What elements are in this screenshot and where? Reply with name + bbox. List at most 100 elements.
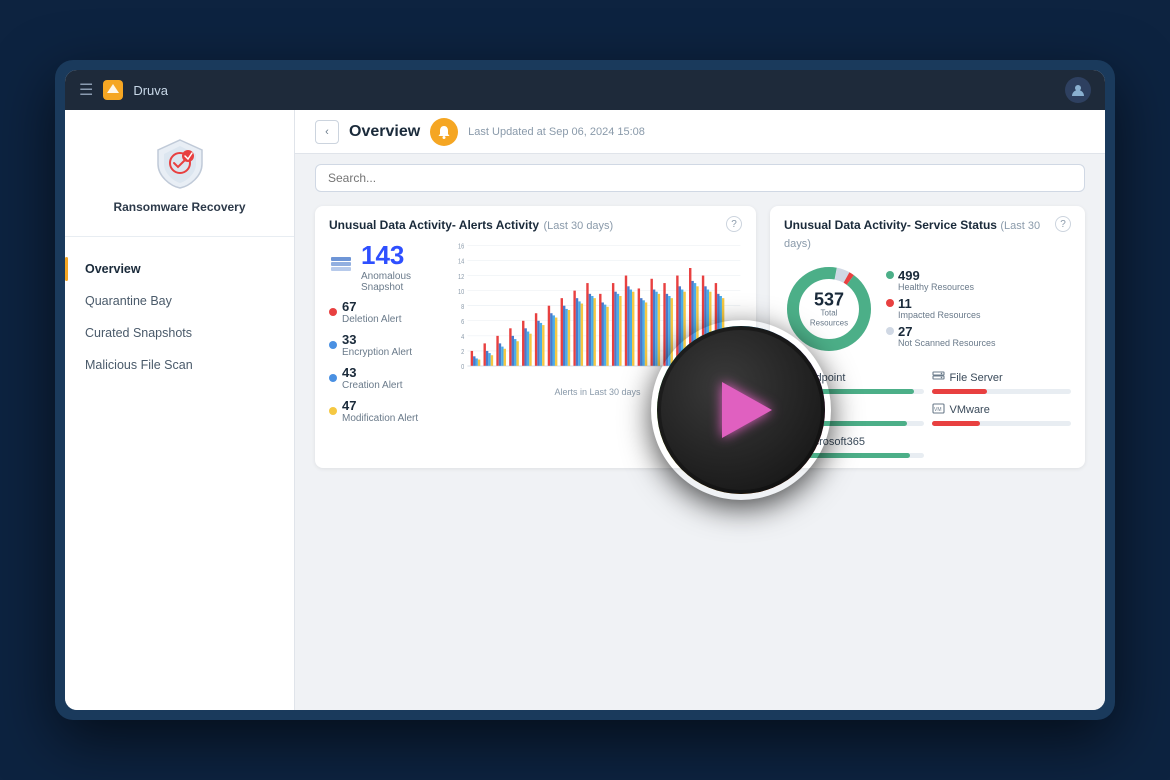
deletion-info: 67 Deletion Alert	[342, 299, 401, 325]
sidebar-logo-section: Ransomware Recovery	[65, 126, 294, 237]
user-avatar[interactable]	[1065, 77, 1091, 103]
modification-dot	[329, 407, 337, 415]
fileserver-icon	[932, 370, 945, 386]
modification-count: 47	[342, 398, 418, 413]
search-input[interactable]	[315, 164, 1085, 192]
deletion-count: 67	[342, 299, 401, 314]
sidebar-item-quarantine-bay[interactable]: Quarantine Bay	[65, 285, 294, 317]
play-triangle-icon	[722, 382, 772, 438]
encryption-dot	[329, 341, 337, 349]
anomalous-count: 143 Anomalous Snapshot	[329, 240, 439, 293]
deletion-label: Deletion Alert	[342, 314, 401, 325]
last-updated-text: Last Updated at Sep 06, 2024 15:08	[468, 126, 645, 138]
service-fileserver: File Server	[932, 370, 1072, 394]
creation-info: 43 Creation Alert	[342, 365, 403, 391]
not-scanned-legend: 27 Not Scanned Resources	[886, 325, 996, 349]
alerts-card-header: Unusual Data Activity- Alerts Activity (…	[315, 206, 756, 240]
back-icon: ‹	[325, 126, 329, 138]
not-scanned-label: Not Scanned Resources	[898, 338, 996, 349]
search-bar-area	[295, 154, 1105, 198]
sidebar: Ransomware Recovery Overview Quarantine …	[65, 110, 295, 710]
svg-text:16: 16	[458, 243, 464, 251]
topbar: ☰ Druva	[65, 70, 1105, 110]
play-circle[interactable]	[651, 320, 831, 500]
vmware-name: VMware	[950, 404, 990, 416]
fileserver-bar	[932, 389, 1072, 394]
sidebar-item-label: Malicious File Scan	[85, 358, 193, 372]
content-header: ‹ Overview Last Updated at Sep 06, 2024 …	[295, 110, 1105, 154]
page-title: Overview	[349, 123, 420, 141]
sidebar-item-malicious-file-scan[interactable]: Malicious File Scan	[65, 349, 294, 381]
screen-inner: ☰ Druva	[65, 70, 1105, 710]
healthy-label: Healthy Resources	[898, 282, 974, 293]
encryption-count: 33	[342, 332, 412, 347]
total-resources-count: 537	[807, 290, 852, 308]
donut-legend: 499 Healthy Resources 11 Impacted	[886, 269, 996, 348]
impacted-label: Impacted Resources	[898, 310, 981, 321]
anomalous-count-value: 143 Anomalous Snapshot	[361, 240, 439, 293]
service-card-header: Unusual Data Activity- Service Status (L…	[770, 206, 1085, 258]
sidebar-item-curated-snapshots[interactable]: Curated Snapshots	[65, 317, 294, 349]
creation-count: 43	[342, 365, 403, 380]
creation-alert-row: 43 Creation Alert	[329, 365, 439, 391]
sidebar-item-label: Overview	[85, 262, 141, 276]
fileserver-bar-fill	[932, 389, 988, 394]
svg-text:8: 8	[461, 303, 464, 311]
sidebar-item-label: Quarantine Bay	[85, 294, 172, 308]
sidebar-item-overview[interactable]: Overview	[65, 253, 294, 285]
healthy-info: 499 Healthy Resources	[898, 269, 974, 293]
back-button[interactable]: ‹	[315, 120, 339, 144]
healthy-dot	[886, 271, 894, 279]
creation-dot	[329, 374, 337, 382]
modification-info: 47 Modification Alert	[342, 398, 418, 424]
app-logo	[103, 80, 123, 100]
alerts-card-title: Unusual Data Activity- Alerts Activity	[329, 218, 539, 232]
service-card-title-area: Unusual Data Activity- Service Status (L…	[784, 216, 1055, 252]
anomalous-label: Anomalous Snapshot	[361, 271, 439, 293]
modification-alert-row: 47 Modification Alert	[329, 398, 439, 424]
svg-text:4: 4	[461, 333, 464, 341]
play-button-overlay[interactable]	[651, 320, 831, 500]
alerts-help-icon[interactable]: ?	[726, 216, 742, 232]
service-vmware: VM VMware	[932, 402, 1072, 426]
creation-label: Creation Alert	[342, 380, 403, 391]
notification-icon[interactable]	[430, 118, 458, 146]
fileserver-name: File Server	[950, 372, 1003, 384]
service-card-title: Unusual Data Activity- Service Status	[784, 218, 1000, 232]
deletion-alert-row: 67 Deletion Alert	[329, 299, 439, 325]
not-scanned-dot	[886, 327, 894, 335]
svg-text:12: 12	[458, 273, 464, 281]
sidebar-item-label: Curated Snapshots	[85, 326, 192, 340]
vmware-bar	[932, 421, 1072, 426]
sidebar-section-title: Ransomware Recovery	[113, 200, 245, 216]
service-fileserver-name-row: File Server	[932, 370, 1072, 386]
not-scanned-count: 27	[898, 325, 996, 338]
svg-text:0: 0	[461, 364, 464, 372]
modification-label: Modification Alert	[342, 413, 418, 424]
impacted-legend: 11 Impacted Resources	[886, 297, 996, 321]
impacted-info: 11 Impacted Resources	[898, 297, 981, 321]
alerts-card-subtitle: (Last 30 days)	[544, 220, 614, 232]
main-layout: Ransomware Recovery Overview Quarantine …	[65, 110, 1105, 710]
vmware-icon: VM	[932, 402, 945, 418]
menu-icon[interactable]: ☰	[79, 80, 93, 100]
content-area: ‹ Overview Last Updated at Sep 06, 2024 …	[295, 110, 1105, 710]
anomalous-num: 143	[361, 240, 439, 271]
deletion-dot	[329, 308, 337, 316]
healthy-legend: 499 Healthy Resources	[886, 269, 996, 293]
healthy-count: 499	[898, 269, 974, 282]
impacted-dot	[886, 299, 894, 307]
sidebar-nav: Overview Quarantine Bay Curated Snapshot…	[65, 237, 294, 397]
encryption-label: Encryption Alert	[342, 347, 412, 358]
not-scanned-info: 27 Not Scanned Resources	[898, 325, 996, 349]
alerts-left-panel: 143 Anomalous Snapshot 67	[329, 240, 439, 431]
svg-text:10: 10	[458, 288, 464, 296]
encryption-alert-row: 33 Encryption Alert	[329, 332, 439, 358]
service-help-icon[interactable]: ?	[1055, 216, 1071, 232]
service-vmware-name-row: VM VMware	[932, 402, 1072, 418]
encryption-info: 33 Encryption Alert	[342, 332, 412, 358]
vmware-bar-fill	[932, 421, 981, 426]
alerts-card-title-area: Unusual Data Activity- Alerts Activity (…	[329, 216, 613, 234]
svg-text:VM: VM	[934, 407, 942, 413]
screen-outer: ☰ Druva	[55, 60, 1115, 720]
